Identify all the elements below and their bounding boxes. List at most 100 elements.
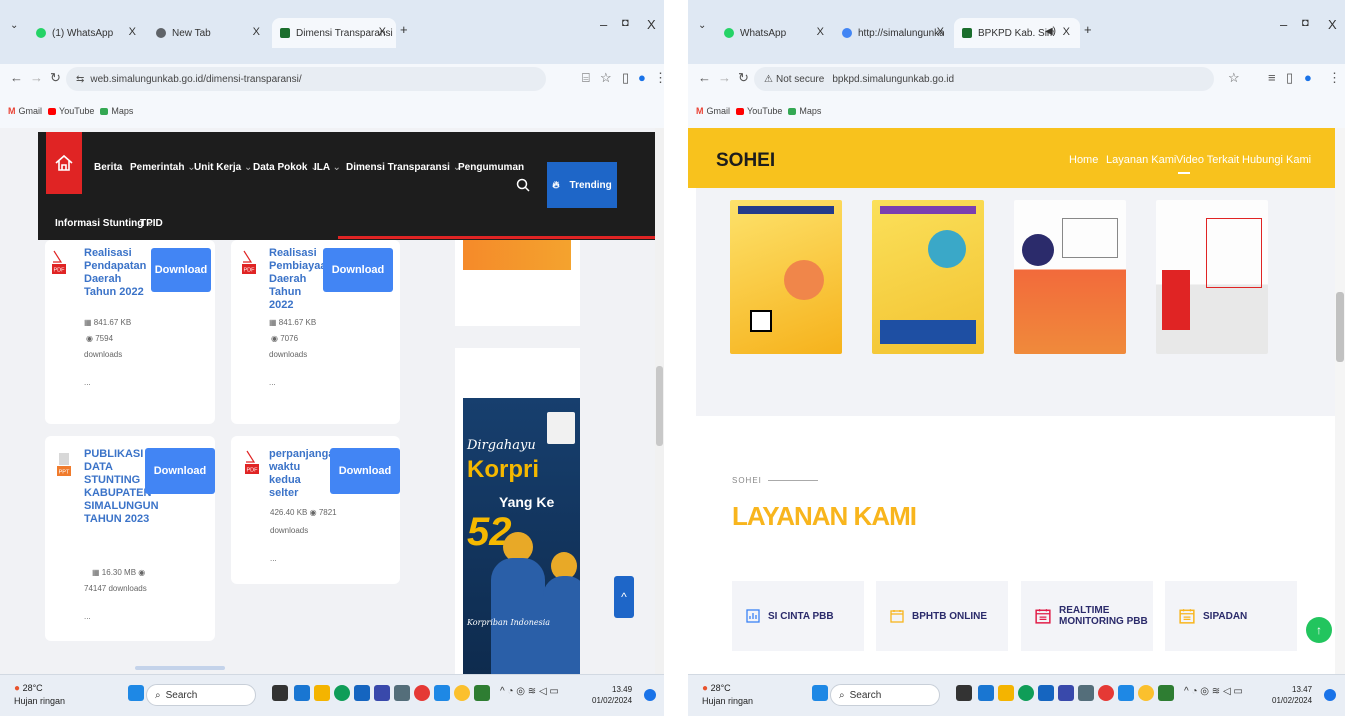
- restore-button[interactable]: ◘: [622, 17, 629, 29]
- tab-bpkpd[interactable]: BPKPD Kab. Simalungun ◀︎) X: [954, 18, 1080, 48]
- site-logo[interactable]: SOHEI: [716, 150, 775, 172]
- system-tray-icons[interactable]: ^ ◔ ◎ ≋ ◁ ▭: [1184, 686, 1243, 697]
- info-poster[interactable]: [1014, 200, 1126, 354]
- nav-pemerintah[interactable]: Pemerintah ⌄: [130, 162, 196, 173]
- download-button[interactable]: Download: [145, 448, 215, 494]
- nav-hubungi-kami[interactable]: Hubungi Kami: [1242, 154, 1311, 166]
- nav-tpid[interactable]: TPID: [140, 218, 163, 229]
- edge-icon[interactable]: [334, 685, 350, 701]
- clock[interactable]: 13.49 01/02/2024: [592, 684, 632, 706]
- weather-widget[interactable]: ● 28°C Hujan ringan: [702, 682, 753, 707]
- nav-unit-kerja[interactable]: Unit Kerja ⌄: [194, 162, 252, 173]
- trending-button[interactable]: 🔥︎ Trending: [547, 162, 617, 208]
- close-window-button[interactable]: X: [1328, 17, 1337, 32]
- bookmark-maps[interactable]: Maps: [788, 106, 821, 116]
- app-icon[interactable]: [374, 685, 390, 701]
- bookmark-star-icon[interactable]: ☆: [1228, 70, 1240, 86]
- word-icon[interactable]: [1118, 685, 1134, 701]
- file-explorer-icon[interactable]: [314, 685, 330, 701]
- service-bphtb-online[interactable]: BPHTB ONLINE: [876, 581, 1008, 651]
- tab-whatsapp[interactable]: (1) WhatsApp X: [28, 18, 146, 48]
- start-icon[interactable]: [812, 685, 828, 701]
- bookmark-maps[interactable]: Maps: [100, 106, 133, 116]
- profile-icon[interactable]: ●: [1304, 70, 1312, 85]
- scroll-top-button[interactable]: ^: [614, 576, 634, 618]
- download-button[interactable]: Download: [151, 248, 211, 292]
- forward-icon[interactable]: →: [30, 70, 43, 85]
- tab-dimensi-transparansi[interactable]: Dimensi Transparansi X: [272, 18, 396, 48]
- new-tab-button[interactable]: +: [400, 22, 408, 37]
- edge-icon[interactable]: [1018, 685, 1034, 701]
- menu-icon[interactable]: ⋮: [1328, 70, 1341, 86]
- close-tab-icon[interactable]: X: [379, 26, 386, 38]
- notification-icon[interactable]: [1324, 689, 1336, 701]
- app-icon[interactable]: [978, 685, 994, 701]
- clock[interactable]: 13.47 01/02/2024: [1272, 684, 1312, 706]
- scrollbar-thumb[interactable]: [1336, 292, 1344, 362]
- close-window-button[interactable]: X: [647, 17, 656, 32]
- warning-icon[interactable]: ⚠: [764, 74, 773, 85]
- file-explorer-icon[interactable]: [998, 685, 1014, 701]
- side-panel-icon[interactable]: ▯: [622, 70, 629, 86]
- task-view-icon[interactable]: [956, 685, 972, 701]
- new-tab-button[interactable]: +: [1084, 22, 1092, 37]
- info-poster[interactable]: [872, 200, 984, 354]
- nav-ila[interactable]: ILA ⌄: [314, 162, 341, 173]
- service-realtime-monitoring[interactable]: REALTIME MONITORING PBB: [1021, 581, 1153, 651]
- site-info-icon[interactable]: ⇆: [76, 74, 84, 85]
- nav-berita[interactable]: Berita: [94, 162, 122, 173]
- pagination-dots[interactable]: [135, 666, 225, 670]
- start-icon[interactable]: [128, 685, 144, 701]
- taskbar-search[interactable]: ⌕ Search: [146, 684, 256, 706]
- tab-search-chevron-icon[interactable]: ⌄: [698, 20, 706, 31]
- bookmark-star-icon[interactable]: ☆: [600, 70, 612, 86]
- url-bar[interactable]: ⚠ Not secure bpkpd.simalungunkab.go.id: [754, 67, 1214, 91]
- download-button[interactable]: Download: [330, 448, 400, 494]
- scrollbar[interactable]: [1335, 128, 1345, 674]
- task-view-icon[interactable]: [272, 685, 288, 701]
- nav-data-pokok[interactable]: Data Pokok ⌄: [253, 162, 319, 173]
- minimize-button[interactable]: –: [600, 17, 607, 32]
- excel-icon[interactable]: [1158, 685, 1174, 701]
- document-title-link[interactable]: perpanjangan waktu kedua selter: [269, 448, 341, 500]
- reading-list-icon[interactable]: ≡: [1268, 70, 1276, 85]
- close-tab-icon[interactable]: X: [1063, 26, 1070, 38]
- notification-icon[interactable]: [644, 689, 656, 701]
- store-icon[interactable]: [1038, 685, 1054, 701]
- url-bar[interactable]: ⇆ web.simalungunkab.go.id/dimensi-transp…: [66, 67, 546, 91]
- audio-icon[interactable]: ◀︎): [1045, 26, 1056, 37]
- word-icon[interactable]: [434, 685, 450, 701]
- forward-icon[interactable]: →: [718, 70, 731, 85]
- document-title-link[interactable]: Realisasi Pendapatan Daerah Tahun 2022: [84, 247, 146, 299]
- menu-icon[interactable]: ⋮: [654, 70, 664, 86]
- close-tab-icon[interactable]: X: [129, 26, 136, 38]
- close-tab-icon[interactable]: X: [817, 26, 824, 38]
- bookmark-youtube[interactable]: YouTube: [736, 106, 782, 116]
- nav-layanan-kami[interactable]: Layanan Kami: [1106, 154, 1176, 166]
- reload-icon[interactable]: ↻: [50, 70, 61, 86]
- nav-pengumuman[interactable]: Pengumuman: [458, 162, 524, 173]
- app-icon[interactable]: [1078, 685, 1094, 701]
- firefox-icon[interactable]: [1098, 685, 1114, 701]
- back-icon[interactable]: ←: [10, 70, 23, 85]
- excel-icon[interactable]: [474, 685, 490, 701]
- firefox-icon[interactable]: [414, 685, 430, 701]
- document-title-link[interactable]: Realisasi Pembiayaan Daerah Tahun 2022: [269, 247, 333, 312]
- minimize-button[interactable]: –: [1280, 17, 1287, 32]
- reload-icon[interactable]: ↻: [738, 70, 749, 86]
- nav-video-terkait[interactable]: Video Terkait: [1176, 154, 1239, 166]
- chrome-icon[interactable]: [454, 685, 470, 701]
- profile-icon[interactable]: ●: [638, 70, 646, 85]
- korpri-banner[interactable]: Dirgahayu Korpri Yang Ke 52 Korpriban In…: [463, 398, 580, 674]
- close-tab-icon[interactable]: X: [253, 26, 260, 38]
- app-icon[interactable]: [1058, 685, 1074, 701]
- system-tray-icons[interactable]: ^ ◔ ◎ ≋ ◁ ▭: [500, 686, 559, 697]
- store-icon[interactable]: [354, 685, 370, 701]
- info-poster[interactable]: [730, 200, 842, 354]
- restore-button[interactable]: ◘: [1302, 17, 1309, 29]
- weather-widget[interactable]: ● 28°C Hujan ringan: [14, 682, 65, 707]
- app-icon[interactable]: [394, 685, 410, 701]
- service-si-cinta-pbb[interactable]: SI CINTA PBB: [732, 581, 864, 651]
- info-poster[interactable]: [1156, 200, 1268, 354]
- download-button[interactable]: Download: [323, 248, 393, 292]
